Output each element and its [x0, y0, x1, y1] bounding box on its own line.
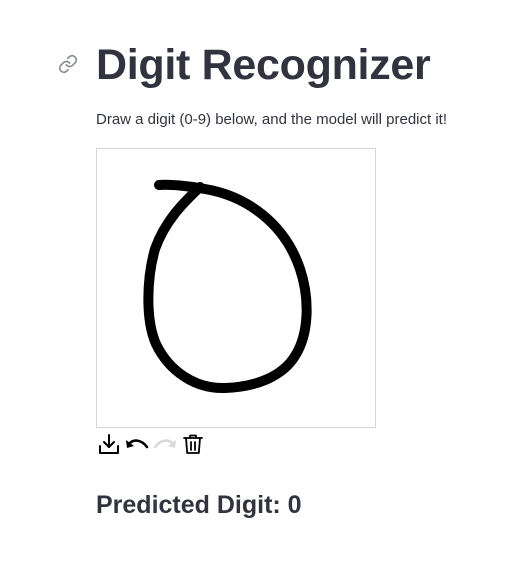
- redo-icon[interactable]: [152, 431, 178, 457]
- app-page: Digit Recognizer Draw a digit (0-9) belo…: [0, 0, 530, 574]
- drawing-canvas[interactable]: [96, 148, 376, 428]
- undo-icon[interactable]: [124, 431, 150, 457]
- trash-icon[interactable]: [180, 431, 206, 457]
- prediction-result: Predicted Digit: 0: [96, 491, 302, 519]
- drawn-digit-stroke: [143, 179, 312, 394]
- link-icon[interactable]: [58, 54, 78, 74]
- canvas-toolbar: [96, 431, 206, 457]
- download-icon[interactable]: [96, 431, 122, 457]
- page-description: Draw a digit (0-9) below, and the model …: [96, 111, 447, 128]
- page-title: Digit Recognizer: [96, 41, 431, 89]
